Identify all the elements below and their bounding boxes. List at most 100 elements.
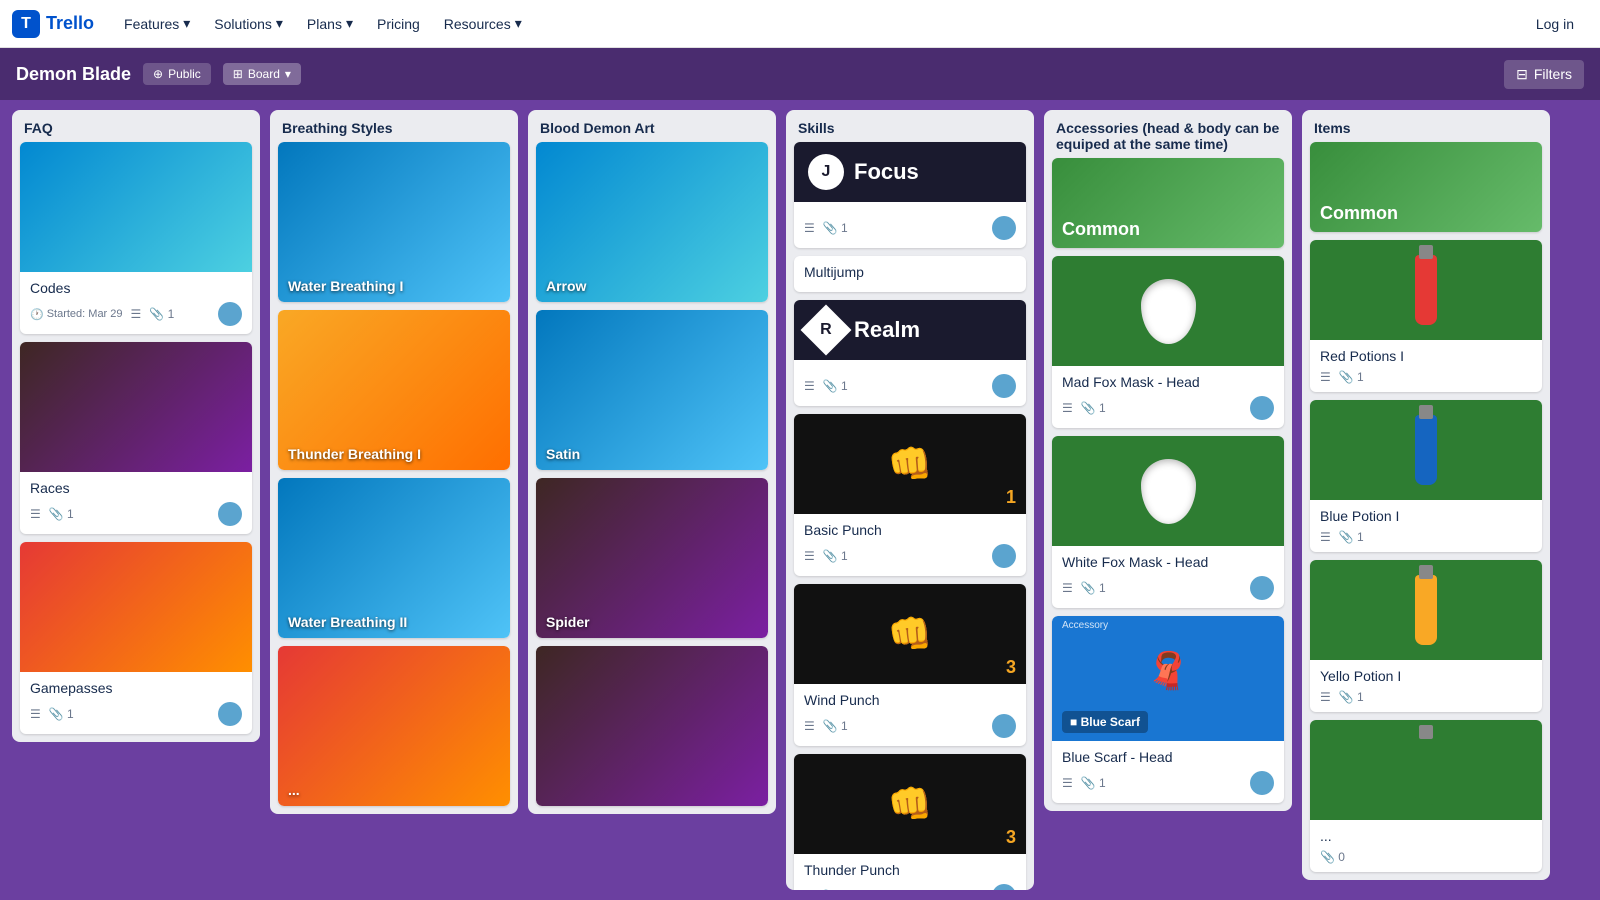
avatar <box>992 714 1016 738</box>
focus-badge: J <box>808 154 844 190</box>
card-meta: ☰📎 1 <box>30 702 242 726</box>
list-item[interactable]: Spider <box>536 478 768 638</box>
card-title: Blue Potion I <box>1320 508 1532 524</box>
list-icon: ☰ <box>1320 690 1331 704</box>
list-item[interactable]: Multijump <box>794 256 1026 292</box>
list-icon: ☰ <box>30 507 41 521</box>
avatar <box>1250 576 1274 600</box>
card-meta: ☰ 📎 1 <box>30 502 242 526</box>
column-faq: FAQ Codes🕐 Started: Mar 29☰📎 1 Races☰📎 1… <box>12 110 260 742</box>
attachment-icon: 📎 1 <box>823 889 848 890</box>
list-icon: ☰ <box>804 889 815 890</box>
card-meta: ☰📎 1 <box>1062 576 1274 600</box>
list-item[interactable] <box>536 646 768 806</box>
column-header: Skills <box>786 110 1034 142</box>
card-title: Blue Scarf - Head <box>1062 749 1274 765</box>
card-title: Codes <box>30 280 242 296</box>
list-item[interactable]: R Realm ☰📎 1 <box>794 300 1026 406</box>
avatar <box>218 502 242 526</box>
list-icon: ☰ <box>804 379 815 393</box>
list-item[interactable]: ... <box>278 646 510 806</box>
list-item[interactable]: Common <box>1310 142 1542 232</box>
card-title: Red Potions I <box>1320 348 1532 364</box>
list-item[interactable]: Codes🕐 Started: Mar 29☰📎 1 <box>20 142 252 334</box>
punch-icon: 👊 <box>888 613 933 655</box>
column-skills: Skills J Focus ☰📎 1 Multijump R Realm ☰📎… <box>786 110 1034 890</box>
column-blood-demon: Blood Demon Art Arrow Satin Spider <box>528 110 776 814</box>
card-meta: ☰📎 1 <box>1062 396 1274 420</box>
card-meta: ☰📎 1 <box>1320 690 1532 704</box>
list-icon: ☰ <box>1062 581 1073 595</box>
board-header: Demon Blade ⊕ Public ⊞ Board ▾ ⊟ Filters <box>0 48 1600 100</box>
column-breathing: Breathing Styles Water Breathing I Thund… <box>270 110 518 814</box>
board-view-badge[interactable]: ⊞ Board ▾ <box>223 63 301 85</box>
column-content: Common Red Potions I ☰📎 1 Blue Potion I … <box>1302 142 1550 880</box>
trello-logo[interactable]: T Trello <box>12 10 94 38</box>
list-icon: ☰ <box>131 307 142 321</box>
list-item[interactable]: J Focus ☰📎 1 <box>794 142 1026 248</box>
attachment-icon: 📎 1 <box>823 379 848 393</box>
chevron-down-icon: ▾ <box>276 15 283 32</box>
chevron-down-icon: ▾ <box>183 15 190 32</box>
login-button[interactable]: Log in <box>1522 10 1588 38</box>
list-item[interactable]: Red Potions I ☰📎 1 <box>1310 240 1542 392</box>
scarf-label: ■ Blue Scarf <box>1062 711 1148 733</box>
punch-number: 1 <box>1006 487 1016 508</box>
card-meta: ☰📎 1 <box>1320 530 1532 544</box>
list-item[interactable]: Thunder Breathing I <box>278 310 510 470</box>
punch-icon: 👊 <box>888 783 933 825</box>
list-icon: ☰ <box>1320 530 1331 544</box>
card-body: Gamepasses☰📎 1 <box>20 672 252 734</box>
list-item[interactable]: Mad Fox Mask - Head ☰📎 1 <box>1052 256 1284 428</box>
list-item[interactable]: White Fox Mask - Head ☰📎 1 <box>1052 436 1284 608</box>
card-body: Codes🕐 Started: Mar 29☰📎 1 <box>20 272 252 334</box>
scarf-icon: 🧣 <box>1062 631 1274 711</box>
list-item[interactable]: Blue Potion I ☰📎 1 <box>1310 400 1542 552</box>
avatar <box>218 702 242 726</box>
list-item[interactable]: 👊 1 Basic Punch ☰📎 1 <box>794 414 1026 576</box>
column-content: Common Mad Fox Mask - Head ☰📎 1 White Fo… <box>1044 158 1292 811</box>
card-body: Blue Scarf - Head ☰📎 1 <box>1052 741 1284 803</box>
list-item[interactable]: Gamepasses☰📎 1 <box>20 542 252 734</box>
punch-icon: 👊 <box>888 443 933 485</box>
public-badge[interactable]: ⊕ Public <box>143 63 211 85</box>
attachment-icon: 📎 1 <box>49 507 74 521</box>
list-item[interactable]: Arrow <box>536 142 768 302</box>
punch-number: 3 <box>1006 827 1016 848</box>
list-item[interactable]: Races☰📎 1 <box>20 342 252 534</box>
punch-number: 3 <box>1006 657 1016 678</box>
nav-features[interactable]: Features ▾ <box>114 9 200 38</box>
nav-resources[interactable]: Resources ▾ <box>434 9 532 38</box>
card-meta: ☰📎 1 <box>804 216 1016 240</box>
list-item[interactable]: Water Breathing II <box>278 478 510 638</box>
attachment-icon: 📎 1 <box>823 719 848 733</box>
card-meta: ☰📎 1 <box>1062 771 1274 795</box>
nav-pricing[interactable]: Pricing <box>367 9 430 38</box>
list-item[interactable]: Water Breathing I <box>278 142 510 302</box>
list-item[interactable]: 👊 3 Thunder Punch ☰📎 1 <box>794 754 1026 890</box>
list-item[interactable]: Yello Potion I ☰📎 1 <box>1310 560 1542 712</box>
list-item[interactable]: Accessory 🧣 ■ Blue Scarf Blue Scarf - He… <box>1052 616 1284 803</box>
card-body: Mad Fox Mask - Head ☰📎 1 <box>1052 366 1284 428</box>
filters-button[interactable]: ⊟ Filters <box>1504 60 1584 89</box>
avatar <box>992 884 1016 890</box>
common-label: Common <box>1062 219 1140 240</box>
globe-icon: ⊕ <box>153 67 163 81</box>
avatar <box>992 216 1016 240</box>
card-body: Yello Potion I ☰📎 1 <box>1310 660 1542 712</box>
card-timestamp: 🕐 Started: Mar 29 <box>30 308 123 321</box>
card-body: Blue Potion I ☰📎 1 <box>1310 500 1542 552</box>
list-item[interactable]: ... 📎 0 <box>1310 720 1542 872</box>
attachment-icon: 📎 1 <box>1081 401 1106 415</box>
list-item[interactable]: 👊 3 Wind Punch ☰📎 1 <box>794 584 1026 746</box>
list-item[interactable]: Common <box>1052 158 1284 248</box>
column-header: Accessories (head & body can be equiped … <box>1044 110 1292 158</box>
mask-image <box>1141 459 1196 524</box>
attachment-icon: 📎 1 <box>823 549 848 563</box>
nav-solutions[interactable]: Solutions ▾ <box>204 9 293 38</box>
column-header: Blood Demon Art <box>528 110 776 142</box>
list-item[interactable]: Satin <box>536 310 768 470</box>
grid-icon: ⊞ <box>233 67 243 81</box>
avatar <box>992 544 1016 568</box>
nav-plans[interactable]: Plans ▾ <box>297 9 363 38</box>
